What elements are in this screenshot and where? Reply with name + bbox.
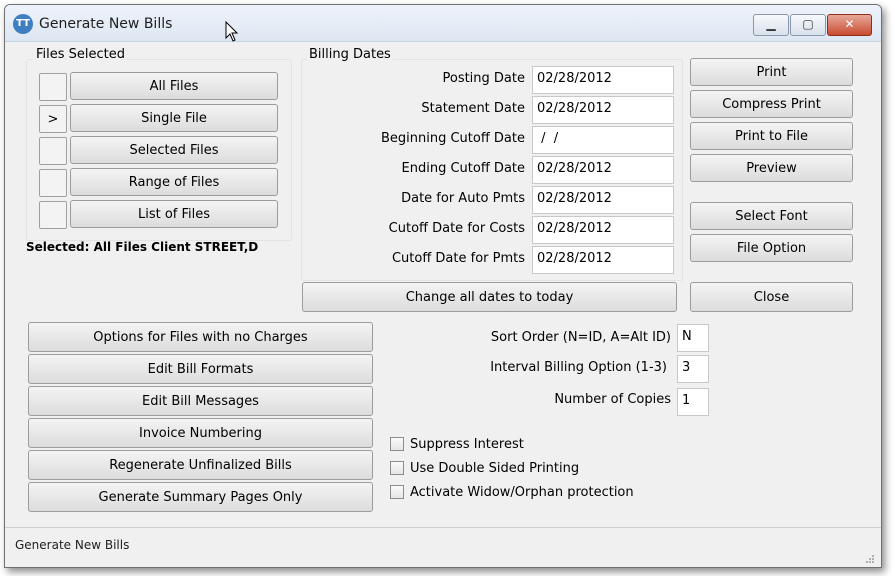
sort-order-label: Sort Order (N=ID, A=Alt ID) [490,330,671,345]
cutoff-costs-date-label: Cutoff Date for Costs [388,221,525,236]
statement-date-label: Statement Date [421,101,525,116]
suppress-interest-label: Suppress Interest [410,437,524,452]
generate-summary-pages-button[interactable]: Generate Summary Pages Only [28,482,373,512]
single-file-button[interactable]: Single File [70,104,278,132]
single-file-marker: > [39,105,67,133]
posting-date-field[interactable]: 02/28/2012 [532,66,674,94]
file-option-button[interactable]: File Option [690,234,853,262]
auto-pmts-date-field[interactable]: 02/28/2012 [532,186,674,214]
select-font-button[interactable]: Select Font [690,202,853,230]
ending-cutoff-date-label: Ending Cutoff Date [401,161,525,176]
print-to-file-button[interactable]: Print to File [690,122,853,150]
cutoff-pmts-date-field[interactable]: 02/28/2012 [532,246,674,274]
list-of-files-marker [39,201,67,229]
number-of-copies-label: Number of Copies [554,392,671,407]
cutoff-pmts-date-label: Cutoff Date for Pmts [391,251,525,266]
close-window-button[interactable]: ✕ [827,14,872,36]
suppress-interest-checkbox[interactable] [390,437,404,451]
beginning-cutoff-date-label: Beginning Cutoff Date [380,131,525,146]
edit-bill-formats-button[interactable]: Edit Bill Formats [28,354,373,384]
list-of-files-button[interactable]: List of Files [70,200,278,228]
all-files-button[interactable]: All Files [70,72,278,100]
window-title: Generate New Bills [39,16,173,32]
beginning-cutoff-date-field[interactable]: / / [532,126,674,154]
posting-date-label: Posting Date [442,71,525,86]
range-of-files-button[interactable]: Range of Files [70,168,278,196]
double-sided-printing-label: Use Double Sided Printing [410,461,580,476]
close-icon: ✕ [844,17,855,31]
preview-button[interactable]: Preview [690,154,853,182]
statement-date-field[interactable]: 02/28/2012 [532,96,674,124]
minimize-button[interactable]: ▁ [753,14,789,36]
selected-files-button[interactable]: Selected Files [70,136,278,164]
interval-billing-field[interactable]: 3 [677,355,709,383]
maximize-button[interactable]: ▢ [790,14,826,36]
close-button[interactable]: Close [690,282,853,312]
number-of-copies-field[interactable]: 1 [677,388,709,416]
app-logo-icon: TT [13,14,33,34]
widow-orphan-label: Activate Widow/Orphan protection [410,485,634,500]
generate-new-bills-window: TT Generate New Bills ▁ ▢ ✕ Files Select… [4,4,882,568]
widow-orphan-checkbox[interactable] [390,485,404,499]
resize-grip-icon[interactable] [865,554,875,564]
status-text: Generate New Bills [15,538,130,552]
all-files-marker [39,73,67,101]
double-sided-printing-checkbox[interactable] [390,461,404,475]
options-no-charges-button[interactable]: Options for Files with no Charges [28,322,373,352]
change-all-dates-button[interactable]: Change all dates to today [302,282,677,312]
status-bar: Generate New Bills [5,527,881,567]
billing-dates-label: Billing Dates [307,47,393,62]
selection-summary: Selected: All Files Client STREET,D [26,240,259,254]
range-of-files-marker [39,169,67,197]
sort-order-field[interactable]: N [677,324,709,352]
maximize-icon: ▢ [802,17,814,31]
compress-print-button[interactable]: Compress Print [690,90,853,118]
print-button[interactable]: Print [690,58,853,86]
title-bar[interactable]: TT Generate New Bills ▁ ▢ ✕ [5,5,881,42]
interval-billing-label: Interval Billing Option (1-3) [490,360,667,375]
files-selected-label: Files Selected [34,47,128,62]
edit-bill-messages-button[interactable]: Edit Bill Messages [28,386,373,416]
minimize-icon: ▁ [766,17,776,31]
ending-cutoff-date-field[interactable]: 02/28/2012 [532,156,674,184]
cutoff-costs-date-field[interactable]: 02/28/2012 [532,216,674,244]
auto-pmts-date-label: Date for Auto Pmts [401,191,525,206]
invoice-numbering-button[interactable]: Invoice Numbering [28,418,373,448]
selected-files-marker [39,137,67,165]
regenerate-unfinalized-bills-button[interactable]: Regenerate Unfinalized Bills [28,450,373,480]
